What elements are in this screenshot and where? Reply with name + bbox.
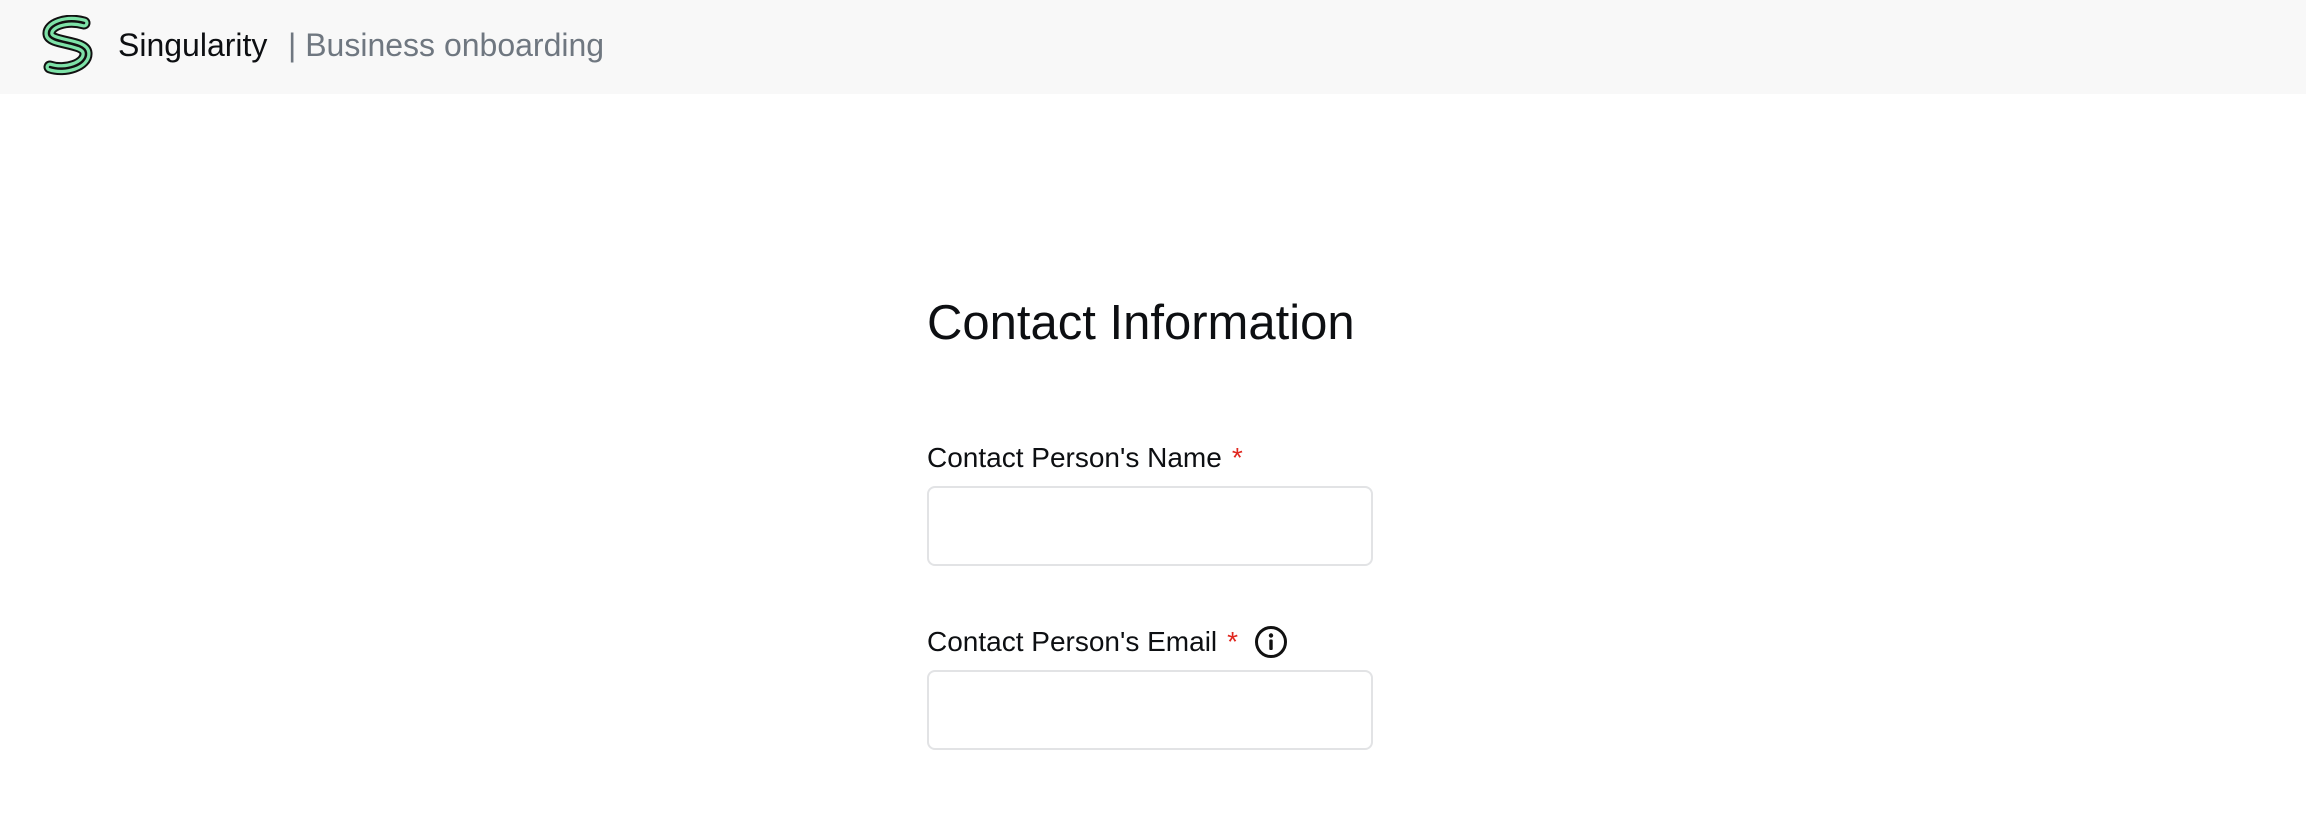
- contact-name-input[interactable]: [927, 486, 1373, 566]
- contact-name-label-text: Contact Person's Name: [927, 442, 1222, 473]
- contact-name-label: Contact Person's Name *: [927, 441, 1243, 475]
- contact-email-label: Contact Person's Email *: [927, 625, 1288, 659]
- required-marker: *: [1227, 626, 1239, 657]
- brand-name: Singularity: [118, 27, 268, 63]
- contact-email-label-text: Contact Person's Email: [927, 626, 1218, 657]
- contact-email-input[interactable]: [927, 670, 1373, 750]
- page-title: Contact Information: [927, 296, 1355, 350]
- top-header: Singularity | Business onboarding: [0, 0, 2306, 94]
- singularity-logo-icon[interactable]: [40, 15, 96, 77]
- info-circle-icon[interactable]: [1254, 625, 1288, 659]
- section-title: | Business onboarding: [288, 27, 605, 63]
- required-marker: *: [1231, 442, 1243, 473]
